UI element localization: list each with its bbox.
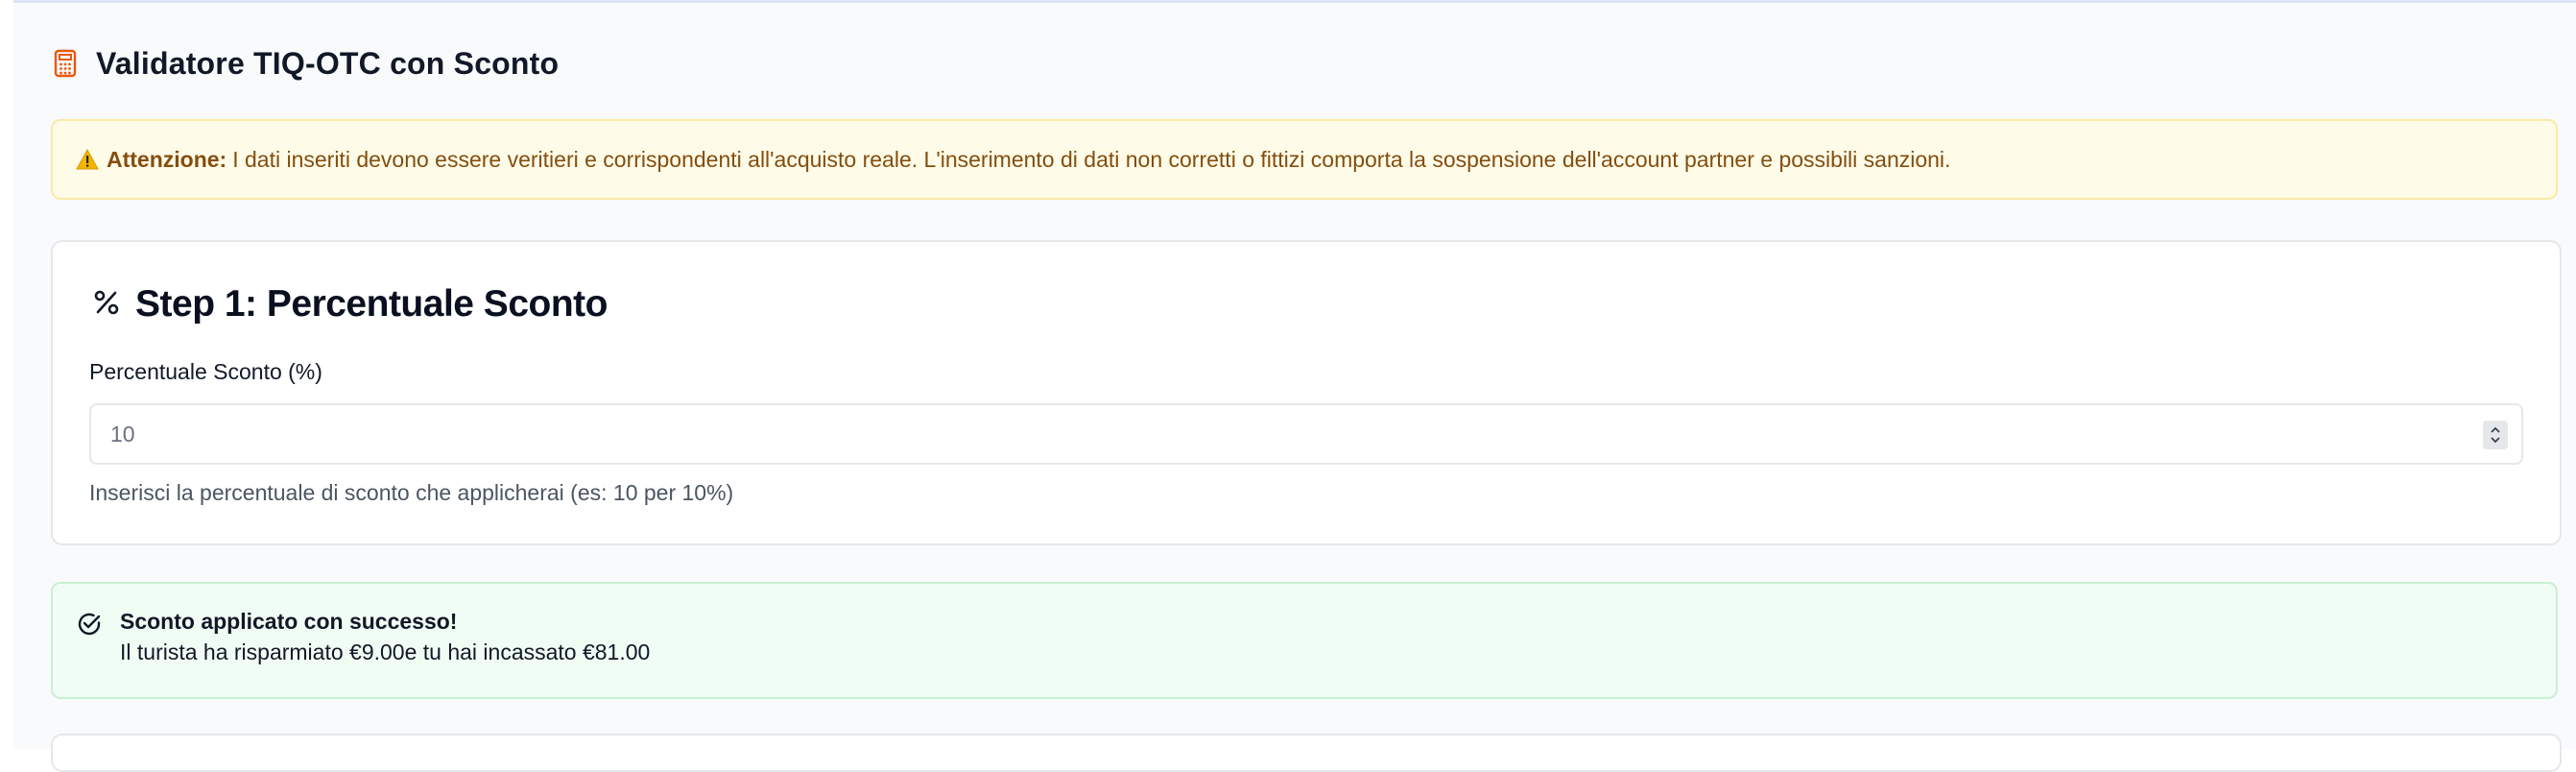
check-circle-icon: [76, 611, 103, 638]
step1-header: Step 1: Percentuale Sconto: [93, 280, 608, 328]
top-divider: [13, 0, 2576, 3]
success-alert: Sconto applicato con successo! Il turist…: [51, 582, 2558, 699]
success-message: Il turista ha risparmiato €9.00e tu hai …: [120, 639, 651, 664]
success-title: Sconto applicato con successo!: [120, 609, 458, 634]
step1-title: Step 1: Percentuale Sconto: [135, 283, 608, 325]
discount-field-label: Percentuale Sconto (%): [89, 359, 322, 384]
alert-label: Attenzione:: [107, 146, 227, 172]
page-header: Validatore TIQ-OTC con Sconto: [54, 42, 559, 84]
next-step-card: [51, 734, 2562, 772]
alert-text: I dati inseriti devono essere veritieri …: [232, 146, 1951, 172]
number-spinner[interactable]: [2483, 421, 2508, 449]
discount-helper-text: Inserisci la percentuale di sconto che a…: [89, 480, 734, 505]
spinner-arrows-icon: [2491, 426, 2500, 444]
discount-percentage-input[interactable]: 10: [89, 403, 2523, 465]
warning-alert: Attenzione: I dati inseriti devono esser…: [51, 119, 2558, 200]
page-title: Validatore TIQ-OTC con Sconto: [96, 45, 560, 81]
percent-icon: [93, 288, 120, 322]
step1-card: Step 1: Percentuale Sconto Percentuale S…: [51, 240, 2562, 545]
calculator-icon: [54, 49, 79, 78]
discount-input-placeholder: 10: [110, 421, 135, 446]
warning-icon: [76, 149, 99, 170]
